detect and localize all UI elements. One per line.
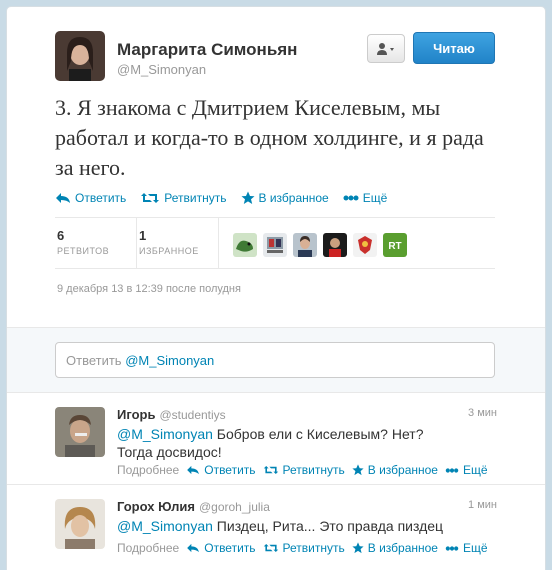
reply-time[interactable]: 3 мин [468, 407, 497, 419]
reply-avatar[interactable] [55, 407, 105, 457]
tweet-stats: 6 РЕТВИТОВ 1 ИЗБРАННОЕ RT [55, 218, 495, 268]
retweeter-avatar[interactable]: RT [383, 233, 407, 257]
retweet-button[interactable]: Ретвитнуть [263, 463, 345, 477]
favorite-label: В избранное [258, 191, 329, 205]
reply-author[interactable]: Игорь @studentiys [117, 407, 226, 422]
reply-button[interactable]: Ответить [186, 541, 256, 555]
retweet-button[interactable]: Ретвитнуть [263, 541, 345, 555]
reply-text: @M_Simonyan Пиздец, Рита... Это правда п… [117, 517, 447, 535]
author-avatar[interactable] [55, 31, 105, 81]
favorites-label: ИЗБРАННОЕ [139, 246, 199, 256]
retweeter-avatar[interactable] [293, 233, 317, 257]
more-button[interactable]: Ещё [445, 541, 488, 555]
reply-icon [187, 465, 200, 475]
ellipsis-icon [343, 195, 359, 201]
retweet-icon [263, 544, 278, 552]
favorites-count: 1 [139, 228, 147, 243]
retweeter-avatar[interactable] [233, 233, 257, 257]
reply-input[interactable]: Ответить @M_Simonyan [55, 342, 495, 378]
tweet-text: 3. Я знакома с Дмитрием Киселевым, мы ра… [55, 95, 484, 180]
star-icon [352, 542, 364, 554]
retweeter-avatar[interactable] [263, 233, 287, 257]
tweet-main: Маргарита Симоньян @M_Simonyan Читаю 3. … [7, 7, 545, 327]
author-handle[interactable]: @M_Simonyan [117, 62, 206, 77]
tweet-card: Маргарита Симоньян @M_Simonyan Читаю 3. … [6, 6, 546, 570]
more-label: Ещё [462, 541, 488, 555]
ellipsis-icon [445, 545, 459, 551]
reply-icon [187, 543, 200, 553]
ellipsis-icon [445, 467, 459, 473]
person-icon [377, 42, 394, 55]
reply-label: Ответить [204, 541, 256, 555]
reply-author-name: Игорь [117, 407, 156, 422]
retweets-count: 6 [57, 228, 65, 243]
retweet-button[interactable]: Ретвитнуть [140, 191, 227, 205]
reply-author-handle: @studentiys [159, 408, 226, 422]
retweets-label: РЕТВИТОВ [57, 246, 110, 256]
favorite-label: В избранное [367, 463, 438, 477]
favorite-button[interactable]: В избранное [352, 541, 438, 555]
favorite-button[interactable]: В избранное [241, 191, 329, 205]
reply-item: Игорь @studentiys 3 мин @M_Simonyan Бобро… [7, 393, 545, 485]
retweet-label: Ретвитнуть [282, 463, 345, 477]
follow-button[interactable]: Читаю [413, 32, 495, 64]
reply-author[interactable]: Горох Юлия @goroh_julia [117, 499, 270, 514]
retweeter-avatar[interactable] [353, 233, 377, 257]
more-button[interactable]: Ещё [343, 191, 388, 205]
details-link[interactable]: Подробнее [117, 463, 179, 477]
retweet-label: Ретвитнуть [282, 541, 345, 555]
reply-icon [56, 193, 70, 203]
reply-button[interactable]: Ответить [55, 191, 126, 205]
divider [55, 268, 495, 269]
reply-button[interactable]: Ответить [186, 463, 256, 477]
more-button[interactable]: Ещё [445, 463, 488, 477]
reply-author-handle: @goroh_julia [198, 500, 270, 514]
reply-actions: Подробнее Ответить Ретвитнуть В избранно… [117, 463, 488, 477]
reply-label: Ответить [204, 463, 256, 477]
retweeter-avatars: RT [219, 218, 407, 268]
reply-mention: @M_Simonyan [125, 353, 215, 368]
svg-text:RT: RT [388, 241, 401, 252]
reply-placeholder: Ответить [66, 353, 122, 368]
tweet-actions: Ответить Ретвитнуть В избранное Ещё [55, 191, 387, 205]
reply-text-mention[interactable]: @M_Simonyan [117, 426, 213, 442]
reply-label: Ответить [75, 191, 127, 205]
reply-avatar[interactable] [55, 499, 105, 549]
reply-text-mention[interactable]: @M_Simonyan [117, 518, 213, 534]
favorite-button[interactable]: В избранное [352, 463, 438, 477]
more-label: Ещё [462, 463, 488, 477]
favorite-label: В избранное [367, 541, 438, 555]
author-name[interactable]: Маргарита Симоньян [117, 40, 297, 60]
reply-text-body: Пиздец, Рита... Это правда пиздец [212, 518, 444, 534]
reply-actions: Подробнее Ответить Ретвитнуть В избранно… [117, 541, 488, 555]
reply-author-name: Горох Юлия [117, 499, 195, 514]
more-label: Ещё [362, 191, 388, 205]
retweet-icon [263, 466, 278, 474]
star-icon [352, 464, 364, 476]
retweet-label: Ретвитнуть [164, 191, 227, 205]
reply-box-area: Ответить @M_Simonyan [7, 327, 545, 393]
user-actions-button[interactable] [367, 34, 405, 63]
star-icon [241, 191, 254, 204]
retweeter-avatar[interactable] [323, 233, 347, 257]
reply-text: @M_Simonyan Бобров ели с Киселевым? Нет?… [117, 425, 447, 461]
retweets-stat[interactable]: 6 РЕТВИТОВ [55, 218, 137, 268]
tweet-date[interactable]: 9 декабря 13 в 12:39 после полудня [57, 283, 241, 295]
reply-item: Горох Юлия @goroh_julia 1 мин @M_Simonyan… [7, 485, 545, 570]
details-link[interactable]: Подробнее [117, 541, 179, 555]
reply-time[interactable]: 1 мин [468, 499, 497, 511]
retweet-icon [141, 193, 160, 203]
favorites-stat[interactable]: 1 ИЗБРАННОЕ [137, 218, 219, 268]
